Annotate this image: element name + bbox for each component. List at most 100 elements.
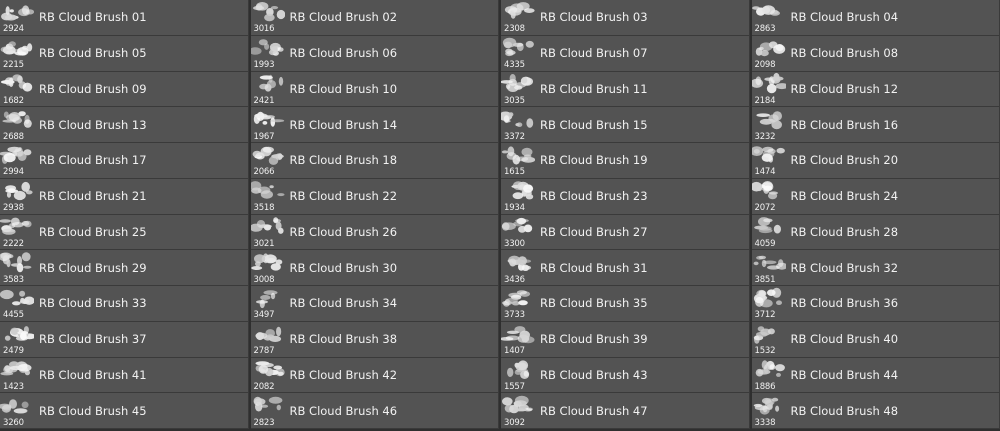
brush-size-label: 4335 [504,60,525,71]
brush-preset-item[interactable]: 1615 RB Cloud Brush 19 [501,143,750,179]
brush-preset-item[interactable]: 3300 RB Cloud Brush 27 [501,214,750,251]
cloud-brush-icon [751,73,786,94]
cloud-brush-icon [255,290,277,308]
brush-thumbnail: 3016 [251,0,287,35]
cloud-puff [755,113,770,118]
brush-preset-item[interactable]: 1993 RB Cloud Brush 06 [250,35,499,72]
cloud-puff [277,153,282,160]
cloud-puff [762,260,776,265]
brush-name-label: RB Cloud Brush 16 [790,117,899,132]
cloud-brush-icon [255,361,285,377]
brush-name-label: RB Cloud Brush 12 [790,81,899,96]
cloud-brush-icon [1,5,34,21]
brush-preset-item[interactable]: 2787 RB Cloud Brush 38 [250,321,499,358]
cloud-puff [504,404,514,413]
brush-name-label: RB Cloud Brush 23 [540,189,648,204]
cloud-puff [9,366,23,371]
cloud-puff [250,46,262,55]
cloud-puff [276,192,284,196]
cloud-puff [0,372,14,376]
brush-size-label: 3232 [754,131,776,142]
brush-preset-item[interactable]: 3712 RB Cloud Brush 36 [751,286,1000,322]
brush-preset-item[interactable]: 3497 RB Cloud Brush 34 [250,286,499,322]
brush-preset-item[interactable]: 3092 RB Cloud Brush 47 [501,393,750,429]
brush-preset-item[interactable]: 2421 RB Cloud Brush 10 [250,71,499,108]
brush-thumbnail: 2688 [0,107,36,142]
brush-preset-item[interactable]: 3436 RB Cloud Brush 31 [501,250,750,286]
cloud-puff [755,289,766,298]
brush-preset-item[interactable]: 1934 RB Cloud Brush 23 [501,178,750,215]
cloud-puff [763,398,775,406]
brush-preset-item[interactable]: 1474 RB Cloud Brush 20 [751,143,1000,179]
brush-preset-item[interactable]: 2924 RB Cloud Brush 01 [0,0,249,36]
cloud-puff [23,265,32,269]
brush-name-label: RB Cloud Brush 08 [790,46,899,61]
brush-preset-item[interactable]: 4059 RB Cloud Brush 28 [751,214,1000,251]
brush-preset-item[interactable]: 3518 RB Cloud Brush 22 [250,178,499,215]
brush-size-label: 3338 [754,417,776,428]
brush-preset-item[interactable]: 1407 RB Cloud Brush 39 [501,321,750,358]
brush-preset-item[interactable]: 2308 RB Cloud Brush 03 [501,0,750,36]
brush-preset-item[interactable]: 3021 RB Cloud Brush 26 [250,214,499,251]
cloud-puff [761,180,773,191]
brush-preset-item[interactable]: 2688 RB Cloud Brush 13 [0,107,249,143]
cloud-brush-icon [755,360,785,378]
brush-thumbnail: 2994 [0,143,36,178]
cloud-puff [525,40,534,48]
brush-preset-item[interactable]: 3583 RB Cloud Brush 29 [0,250,249,286]
brush-preset-item[interactable]: 3035 RB Cloud Brush 11 [501,71,750,108]
cloud-puff [753,404,762,408]
brush-size-label: 2479 [3,346,24,357]
brush-preset-item[interactable]: 3733 RB Cloud Brush 35 [501,286,750,322]
cloud-brush-icon [502,37,534,56]
brush-preset-item[interactable]: 3851 RB Cloud Brush 32 [751,250,1000,286]
brush-preset-item[interactable]: 2222 RB Cloud Brush 25 [0,214,249,251]
brush-preset-item[interactable]: 1886 RB Cloud Brush 44 [751,357,1000,394]
brush-preset-item[interactable]: 2863 RB Cloud Brush 04 [751,0,1000,36]
brush-preset-item[interactable]: 4455 RB Cloud Brush 33 [0,286,249,322]
brush-preset-item[interactable]: 1532 RB Cloud Brush 40 [751,321,1000,358]
brush-preset-item[interactable]: 3372 RB Cloud Brush 15 [501,107,750,143]
brush-thumbnail: 3583 [0,250,36,285]
brush-preset-item[interactable]: 2082 RB Cloud Brush 42 [250,357,499,394]
brush-preset-item[interactable]: 2479 RB Cloud Brush 37 [0,321,249,358]
brush-preset-item[interactable]: 3016 RB Cloud Brush 02 [250,0,499,36]
brush-preset-item[interactable]: 3260 RB Cloud Brush 45 [0,393,249,429]
brush-preset-item[interactable]: 2994 RB Cloud Brush 17 [0,143,249,179]
brush-preset-item[interactable]: 1557 RB Cloud Brush 43 [501,357,750,394]
brush-preset-item[interactable]: 3008 RB Cloud Brush 30 [250,250,499,286]
brush-size-label: 3851 [754,274,776,285]
brush-preset-item[interactable]: 2184 RB Cloud Brush 12 [751,71,1000,108]
brush-preset-item[interactable]: 2938 RB Cloud Brush 21 [0,178,249,215]
cloud-puff [276,404,281,411]
cloud-puff [260,404,268,408]
brush-preset-item[interactable]: 3232 RB Cloud Brush 16 [751,107,1000,143]
brush-preset-item[interactable]: 2072 RB Cloud Brush 24 [751,178,1000,215]
brush-preset-item[interactable]: 2215 RB Cloud Brush 05 [0,35,249,72]
cloud-puff [252,150,262,158]
cloud-puff [14,408,28,414]
brush-preset-item[interactable]: 1423 RB Cloud Brush 41 [0,357,249,394]
brush-preset-item[interactable]: 3338 RB Cloud Brush 48 [751,393,1000,429]
cloud-puff [270,292,275,300]
cloud-puff [757,325,764,332]
cloud-puff [263,224,271,231]
brush-size-label: 1474 [754,167,776,178]
cloud-puff [6,114,20,122]
cloud-puff [11,222,24,228]
brush-preset-item[interactable]: 1967 RB Cloud Brush 14 [250,107,499,143]
cloud-puff [21,252,31,262]
cloud-brush-icon [250,217,284,235]
cloud-brush-icon [753,217,781,234]
brush-preset-item[interactable]: 2098 RB Cloud Brush 08 [751,35,1000,72]
brush-preset-item[interactable]: 1682 RB Cloud Brush 09 [0,71,249,108]
cloud-puff [521,156,535,163]
brush-preset-item[interactable]: 2823 RB Cloud Brush 46 [250,393,499,429]
brush-thumbnail: 2066 [251,143,287,178]
cloud-puff [508,112,514,117]
cloud-puff [506,330,520,334]
brush-preset-item[interactable]: 4335 RB Cloud Brush 07 [501,35,750,72]
brush-thumbnail: 3712 [752,286,788,321]
brush-preset-item[interactable]: 2066 RB Cloud Brush 18 [250,143,499,179]
brush-name-label: RB Cloud Brush 06 [289,46,398,61]
